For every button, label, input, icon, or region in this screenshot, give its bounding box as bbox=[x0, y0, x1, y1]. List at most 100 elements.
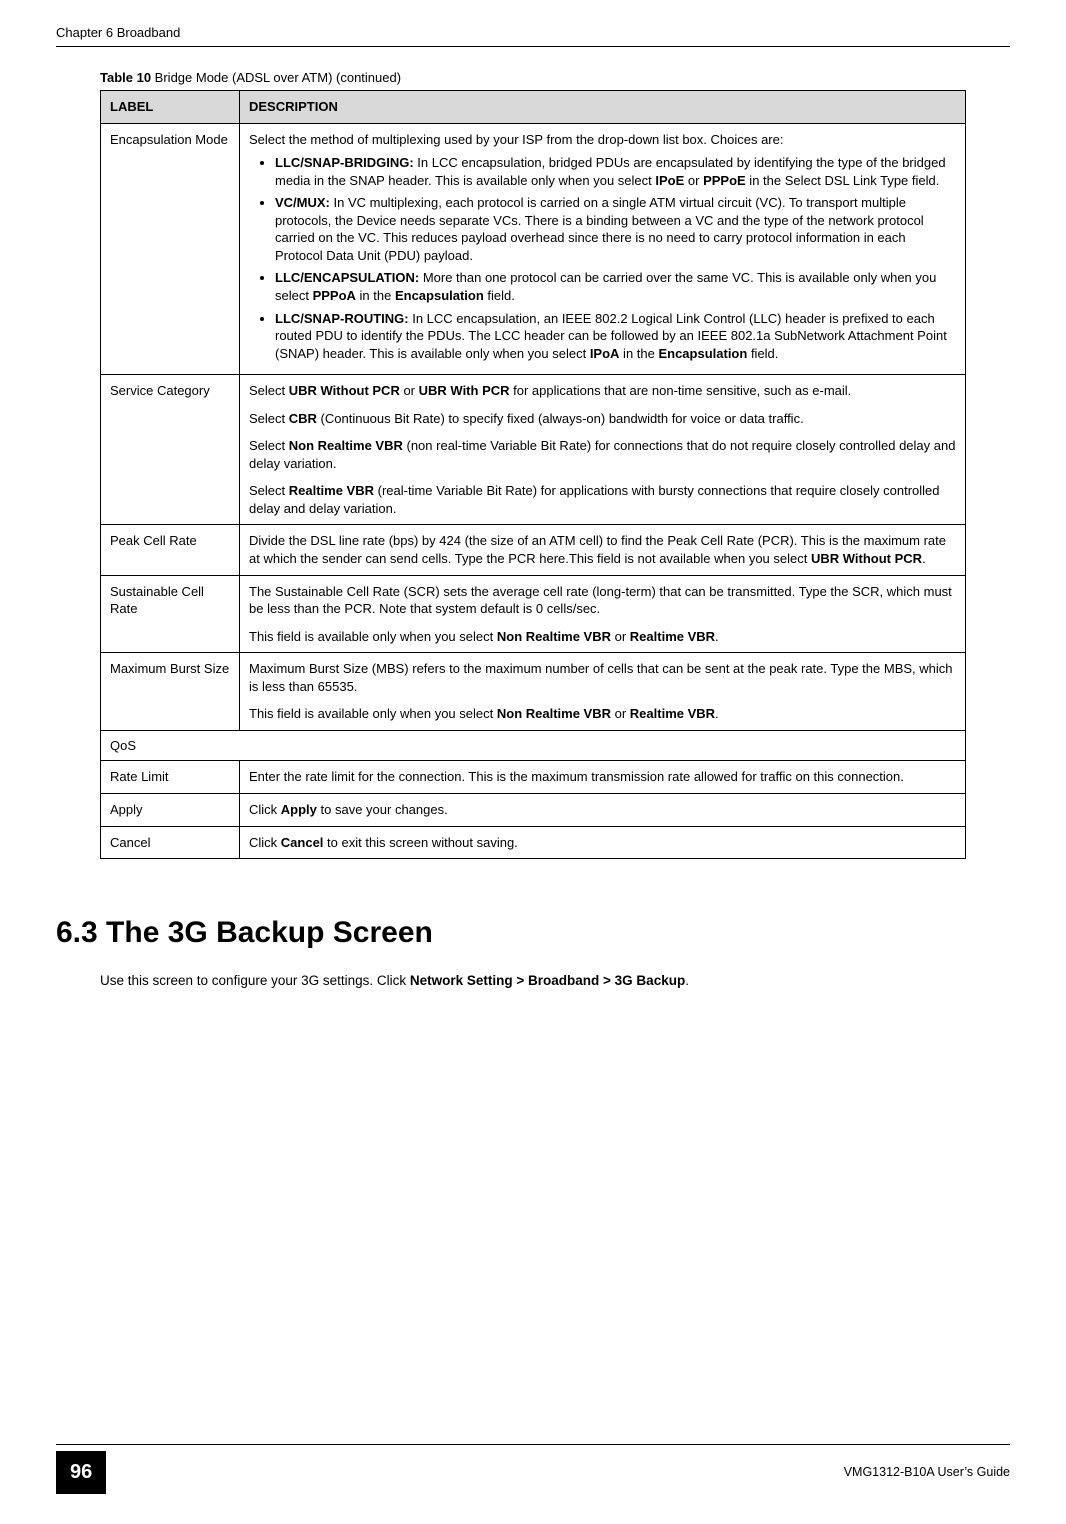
table-row: QoS bbox=[101, 730, 966, 761]
item-bold: IPoE bbox=[655, 173, 684, 188]
header-rule bbox=[56, 46, 1010, 47]
table-row: Cancel Click Cancel to exit this screen … bbox=[101, 826, 966, 859]
item-text: or bbox=[684, 173, 703, 188]
item-text: field. bbox=[747, 346, 778, 361]
list-item: LLC/ENCAPSULATION: More than one protoco… bbox=[275, 269, 956, 304]
item-bold: PPPoE bbox=[703, 173, 746, 188]
list-item: LLC/SNAP-BRIDGING: In LCC encapsulation,… bbox=[275, 154, 956, 189]
item-text: in the bbox=[619, 346, 658, 361]
table-row: Apply Click Apply to save your changes. bbox=[101, 793, 966, 826]
col-header-description: DESCRIPTION bbox=[240, 91, 966, 124]
text: Click bbox=[249, 835, 281, 850]
row-label-peak-cell-rate: Peak Cell Rate bbox=[101, 525, 240, 575]
bold-text: CBR bbox=[289, 411, 317, 426]
row-label-apply: Apply bbox=[101, 793, 240, 826]
row-label-service-category: Service Category bbox=[101, 375, 240, 525]
item-bold: IPoA bbox=[590, 346, 620, 361]
settings-table: LABEL DESCRIPTION Encapsulation Mode Sel… bbox=[100, 90, 966, 859]
para: Maximum Burst Size (MBS) refers to the m… bbox=[249, 660, 956, 695]
row-desc-encapsulation-mode: Select the method of multiplexing used b… bbox=[240, 123, 966, 375]
text: Select bbox=[249, 483, 289, 498]
row-desc-cancel: Click Cancel to exit this screen without… bbox=[240, 826, 966, 859]
text: Click bbox=[249, 802, 281, 817]
bold-text: Realtime VBR bbox=[630, 629, 715, 644]
row-label-rate-limit: Rate Limit bbox=[101, 761, 240, 794]
para: Select CBR (Continuous Bit Rate) to spec… bbox=[249, 410, 956, 428]
bold-text: Realtime VBR bbox=[289, 483, 374, 498]
text: This field is available only when you se… bbox=[249, 706, 497, 721]
bold-text: UBR With PCR bbox=[419, 383, 510, 398]
row-label-encapsulation-mode: Encapsulation Mode bbox=[101, 123, 240, 375]
item-bold: Encapsulation bbox=[658, 346, 747, 361]
encap-list: LLC/SNAP-BRIDGING: In LCC encapsulation,… bbox=[249, 154, 956, 362]
row-desc-peak-cell-rate: Divide the DSL line rate (bps) by 424 (t… bbox=[240, 525, 966, 575]
text: Select bbox=[249, 411, 289, 426]
col-header-label: LABEL bbox=[101, 91, 240, 124]
bold-text: Network Setting > Broadband > 3G Backup bbox=[410, 973, 685, 988]
page-footer: 96 VMG1312-B10A User’s Guide bbox=[0, 1444, 1066, 1494]
row-desc-max-burst-size: Maximum Burst Size (MBS) refers to the m… bbox=[240, 653, 966, 731]
text: Use this screen to configure your 3G set… bbox=[100, 973, 410, 988]
text: . bbox=[715, 629, 719, 644]
para: Select Realtime VBR (real-time Variable … bbox=[249, 482, 956, 517]
table-row: Rate Limit Enter the rate limit for the … bbox=[101, 761, 966, 794]
item-name: LLC/SNAP-ROUTING: bbox=[275, 311, 409, 326]
table-number: Table 10 bbox=[100, 70, 151, 85]
text: . bbox=[922, 551, 926, 566]
table-row: Peak Cell Rate Divide the DSL line rate … bbox=[101, 525, 966, 575]
bold-text: Non Realtime VBR bbox=[497, 706, 611, 721]
text: or bbox=[611, 629, 630, 644]
section-heading: 6.3 The 3G Backup Screen bbox=[56, 913, 1010, 954]
table-caption-text: Bridge Mode (ADSL over ATM) (continued) bbox=[151, 70, 401, 85]
table-row: Maximum Burst Size Maximum Burst Size (M… bbox=[101, 653, 966, 731]
text: This field is available only when you se… bbox=[249, 629, 497, 644]
row-label-cancel: Cancel bbox=[101, 826, 240, 859]
table-caption: Table 10 Bridge Mode (ADSL over ATM) (co… bbox=[100, 69, 966, 87]
item-text: field. bbox=[484, 288, 515, 303]
list-item: LLC/SNAP-ROUTING: In LCC encapsulation, … bbox=[275, 310, 956, 363]
item-bold: Encapsulation bbox=[395, 288, 484, 303]
text: . bbox=[685, 973, 689, 988]
footer-rule bbox=[56, 1444, 1010, 1445]
section-body: Use this screen to configure your 3G set… bbox=[100, 972, 966, 990]
bold-text: Non Realtime VBR bbox=[497, 629, 611, 644]
list-item: VC/MUX: In VC multiplexing, each protoco… bbox=[275, 194, 956, 264]
row-desc-rate-limit: Enter the rate limit for the connection.… bbox=[240, 761, 966, 794]
row-label-sustainable-cell-rate: Sustainable Cell Rate bbox=[101, 575, 240, 653]
bold-text: UBR Without PCR bbox=[811, 551, 922, 566]
text: (Continuous Bit Rate) to specify fixed (… bbox=[317, 411, 804, 426]
text: to save your changes. bbox=[317, 802, 448, 817]
table-row: Encapsulation Mode Select the method of … bbox=[101, 123, 966, 375]
para: Select UBR Without PCR or UBR With PCR f… bbox=[249, 382, 956, 400]
row-desc-sustainable-cell-rate: The Sustainable Cell Rate (SCR) sets the… bbox=[240, 575, 966, 653]
bold-text: Cancel bbox=[281, 835, 324, 850]
item-text: in the bbox=[356, 288, 395, 303]
bold-text: Realtime VBR bbox=[630, 706, 715, 721]
para: This field is available only when you se… bbox=[249, 705, 956, 723]
table-row: Sustainable Cell Rate The Sustainable Ce… bbox=[101, 575, 966, 653]
text: to exit this screen without saving. bbox=[323, 835, 517, 850]
row-desc-service-category: Select UBR Without PCR or UBR With PCR f… bbox=[240, 375, 966, 525]
page-number: 96 bbox=[56, 1451, 106, 1494]
text: Select bbox=[249, 383, 289, 398]
item-text: in the Select DSL Link Type field. bbox=[746, 173, 940, 188]
text: or bbox=[400, 383, 419, 398]
encap-intro: Select the method of multiplexing used b… bbox=[249, 131, 956, 149]
bold-text: Apply bbox=[281, 802, 317, 817]
table-row: Service Category Select UBR Without PCR … bbox=[101, 375, 966, 525]
running-header: Chapter 6 Broadband bbox=[56, 24, 1010, 46]
item-name: LLC/ENCAPSULATION: bbox=[275, 270, 419, 285]
row-label-max-burst-size: Maximum Burst Size bbox=[101, 653, 240, 731]
item-name: VC/MUX: bbox=[275, 195, 330, 210]
row-desc-apply: Click Apply to save your changes. bbox=[240, 793, 966, 826]
text: or bbox=[611, 706, 630, 721]
text: Select bbox=[249, 438, 289, 453]
para: The Sustainable Cell Rate (SCR) sets the… bbox=[249, 583, 956, 618]
text: . bbox=[715, 706, 719, 721]
item-text: In VC multiplexing, each protocol is car… bbox=[275, 195, 924, 263]
bold-text: UBR Without PCR bbox=[289, 383, 400, 398]
item-bold: PPPoA bbox=[313, 288, 356, 303]
para: Select Non Realtime VBR (non real-time V… bbox=[249, 437, 956, 472]
table-header-row: LABEL DESCRIPTION bbox=[101, 91, 966, 124]
para: This field is available only when you se… bbox=[249, 628, 956, 646]
